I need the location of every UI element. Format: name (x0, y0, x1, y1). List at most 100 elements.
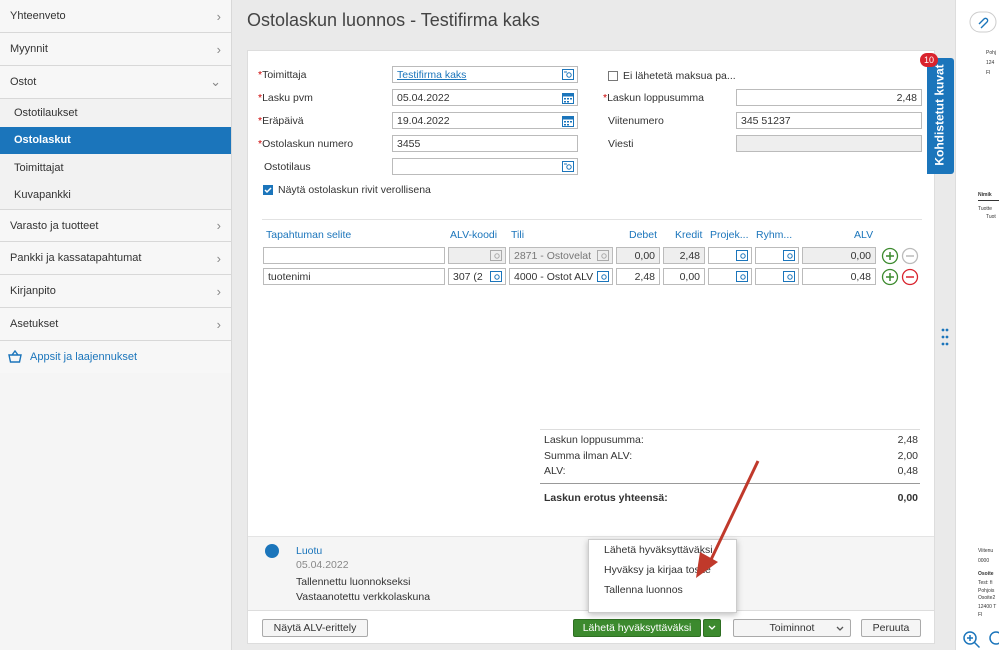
send-approval-button[interactable]: Lähetä hyväksyttäväksi (573, 619, 701, 637)
chevron-right-icon: › (216, 218, 221, 233)
number-field[interactable]: 3455 (392, 135, 578, 152)
sum-total-value: 2,48 (897, 434, 918, 446)
order-field[interactable] (392, 158, 578, 175)
date-field[interactable]: 05.04.2022 (392, 89, 578, 106)
calendar-icon[interactable] (562, 115, 574, 127)
chevron-right-icon: › (216, 250, 221, 266)
col-project: Projek... (710, 229, 749, 241)
history-line2: Vastaanotettu verkkolaskuna (296, 591, 431, 603)
total-label: *Laskun loppusumma (603, 92, 704, 104)
chevron-right-icon: › (216, 8, 221, 24)
preview-text: Osoite (978, 571, 994, 577)
row2-vat-code[interactable]: 307 (2 (448, 268, 506, 285)
col-vat-code: ALV-koodi (450, 229, 498, 241)
row2-account[interactable]: 4000 - Ostot ALV (509, 268, 613, 285)
apps-label: Appsit ja laajennukset (30, 351, 138, 363)
chevron-down-icon: ⌄ (210, 74, 221, 89)
nav-label: Myynnit (10, 43, 48, 55)
preview-text: 0000 (978, 558, 990, 564)
sub-kuvapankki[interactable]: Kuvapankki (0, 181, 231, 209)
msg-field[interactable] (736, 135, 922, 152)
row1-account: 2871 - Ostovelat (509, 247, 613, 264)
preview-text: 12400 T (978, 604, 997, 610)
calendar-icon[interactable] (562, 92, 574, 104)
lookup-icon[interactable] (783, 271, 795, 282)
row2-project[interactable] (708, 268, 752, 285)
lookup-icon[interactable] (490, 271, 502, 282)
main-area: Ostolaskun luonnos - Testifirma kaks *To… (233, 0, 950, 650)
row1-project[interactable] (708, 247, 752, 264)
row2-group[interactable] (755, 268, 799, 285)
nav-kirjanpito[interactable]: Kirjanpito › (0, 275, 231, 308)
ref-field[interactable]: 345 51237 (736, 112, 922, 129)
row2-debit[interactable]: 2,48 (616, 268, 660, 285)
row1-vat-sum: 0,00 (802, 247, 876, 264)
invoice-panel: *Toimittaja Testifirma kaks *Lasku pvm 0… (247, 50, 935, 644)
sub-ostolaskut[interactable]: Ostolaskut (0, 126, 231, 154)
col-vat: ALV (854, 229, 874, 241)
row1-group[interactable] (755, 247, 799, 264)
preview-text: Pohjois (978, 588, 995, 594)
preview-text: Osoite2 (978, 595, 996, 601)
nav-asetukset[interactable]: Asetukset › (0, 308, 231, 341)
nav-myynnit[interactable]: Myynnit › (0, 33, 231, 66)
preview-line (978, 200, 999, 201)
cancel-button[interactable]: Peruuta (861, 619, 921, 637)
row1-vat-code (448, 247, 506, 264)
lookup-icon[interactable] (736, 271, 748, 282)
annotation-arrow (696, 460, 760, 578)
nav-varasto[interactable]: Varasto ja tuotteet › (0, 209, 231, 242)
row1-desc[interactable] (263, 247, 445, 264)
sub-ostotilaukset[interactable]: Ostotilaukset (0, 99, 231, 127)
order-label: Ostotilaus (264, 161, 311, 173)
history-line1: Tallennettu luonnokseksi (296, 576, 411, 588)
preview-text: Viitenu (978, 548, 994, 554)
attached-images-label: Kohdistetut kuvat (932, 64, 947, 166)
attached-count-badge: 10 (920, 53, 938, 67)
ref-label: Viitenumero (608, 115, 664, 127)
divider (262, 219, 922, 220)
total-field[interactable]: 2,48 (736, 89, 922, 106)
attachment-icon[interactable] (968, 10, 998, 34)
sum-vat-label: ALV: (544, 465, 566, 477)
row2-desc[interactable]: tuotenimi (263, 268, 445, 285)
drag-handle-icon[interactable] (941, 328, 949, 346)
preview-text: Tuot (986, 214, 996, 220)
lookup-icon[interactable] (562, 161, 574, 172)
col-account: Tili (511, 229, 525, 241)
supplier-field[interactable]: Testifirma kaks (392, 66, 578, 83)
history-status: Luotu (296, 545, 323, 557)
col-desc: Tapahtuman selite (266, 229, 352, 241)
sub-toimittajat[interactable]: Toimittajat (0, 154, 231, 182)
no-payment-label: Ei lähetetä maksua pa... (623, 70, 736, 82)
attached-images-tab[interactable]: Kohdistetut kuvat (927, 58, 954, 174)
actions-button[interactable]: Toiminnot (733, 619, 851, 637)
nav-yhteenveto[interactable]: Yhteenveto › (0, 0, 231, 33)
row2-credit[interactable]: 0,00 (663, 268, 705, 285)
basket-icon (8, 350, 22, 363)
lookup-icon[interactable] (562, 69, 574, 80)
vat-breakdown-button[interactable]: Näytä ALV-erittely (262, 619, 368, 637)
nav-ostot[interactable]: Ostot ⌄ (0, 66, 231, 99)
apps-link[interactable]: Appsit ja laajennukset (0, 341, 231, 373)
lookup-icon[interactable] (783, 250, 795, 261)
add-row-icon[interactable] (881, 247, 899, 265)
lookup-icon[interactable] (597, 271, 609, 282)
nav-label: Ostot (10, 76, 37, 88)
nav-label: Asetukset (10, 318, 59, 330)
lookup-icon[interactable] (736, 250, 748, 261)
send-dropdown-button[interactable] (703, 619, 721, 637)
row2-vat-sum[interactable]: 0,48 (802, 268, 876, 285)
no-payment-checkbox[interactable] (608, 71, 618, 81)
status-dot (265, 544, 279, 558)
add-row-icon[interactable] (881, 268, 899, 286)
zoom-in-icon[interactable] (962, 630, 982, 650)
nav-pankki[interactable]: Pankki ja kassatapahtumat › (0, 242, 231, 275)
sum-total-label: Laskun loppusumma: (544, 434, 644, 446)
vat-rows-checkbox[interactable] (263, 185, 273, 195)
zoom-out-icon[interactable] (988, 630, 999, 650)
due-field[interactable]: 19.04.2022 (392, 112, 578, 129)
row1-debit: 0,00 (616, 247, 660, 264)
page-title: Ostolaskun luonnos - Testifirma kaks (247, 10, 540, 30)
remove-row-icon[interactable] (901, 268, 919, 286)
